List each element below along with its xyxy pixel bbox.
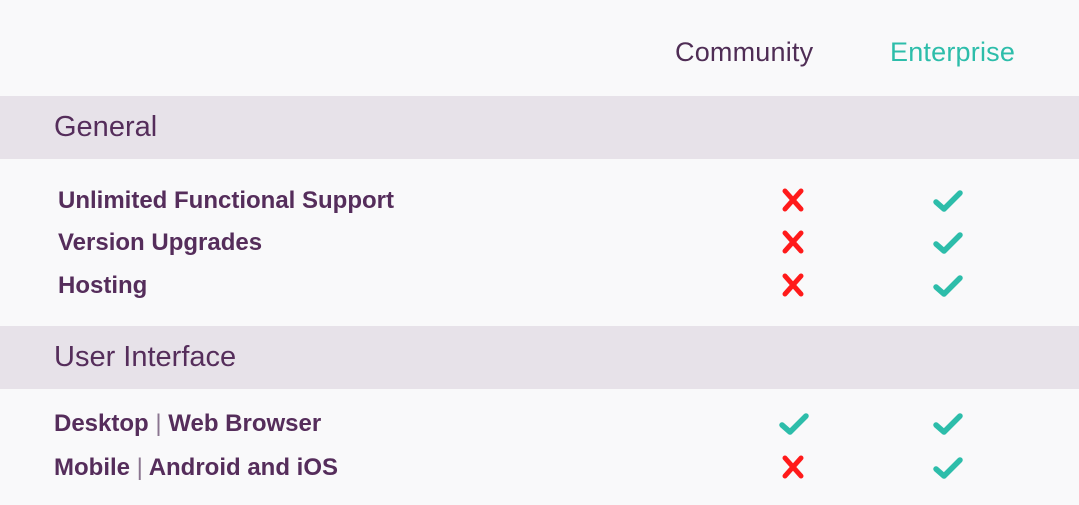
feature-label: Desktop | Web Browser [54,409,321,439]
feature-label-sub: Web Browser [168,410,322,437]
section-header-general: General [0,96,1079,159]
feature-label: Mobile | Android and iOS [54,453,338,483]
feature-row: Unlimited Functional Support [0,181,1079,221]
cross-icon [778,187,810,215]
check-icon [932,229,964,257]
check-icon [932,272,964,300]
column-header-community: Community [675,37,814,67]
separator: | [155,410,162,437]
check-icon [778,410,810,438]
section-title: User Interface [54,341,237,373]
feature-label-main: Mobile [54,454,130,481]
section-title: General [54,111,158,143]
cross-icon [778,272,810,300]
check-icon [932,187,964,215]
feature-row: Hosting [0,266,1079,306]
check-icon [932,454,964,482]
feature-row: Version Upgrades [0,223,1079,263]
feature-label: Hosting [58,272,148,299]
feature-row: Mobile | Android and iOS [0,448,1079,488]
column-header-enterprise: Enterprise [890,37,1016,67]
cross-icon [778,229,810,257]
section-header-user-interface: User Interface [0,326,1079,389]
feature-label: Unlimited Functional Support [58,187,394,214]
feature-label: Version Upgrades [58,229,263,256]
cross-icon [778,454,810,482]
feature-label-sub: Android and iOS [148,454,339,481]
check-icon [932,410,964,438]
feature-row: Desktop | Web Browser [0,404,1079,444]
separator: | [136,454,143,481]
feature-label-main: Desktop [54,410,149,437]
